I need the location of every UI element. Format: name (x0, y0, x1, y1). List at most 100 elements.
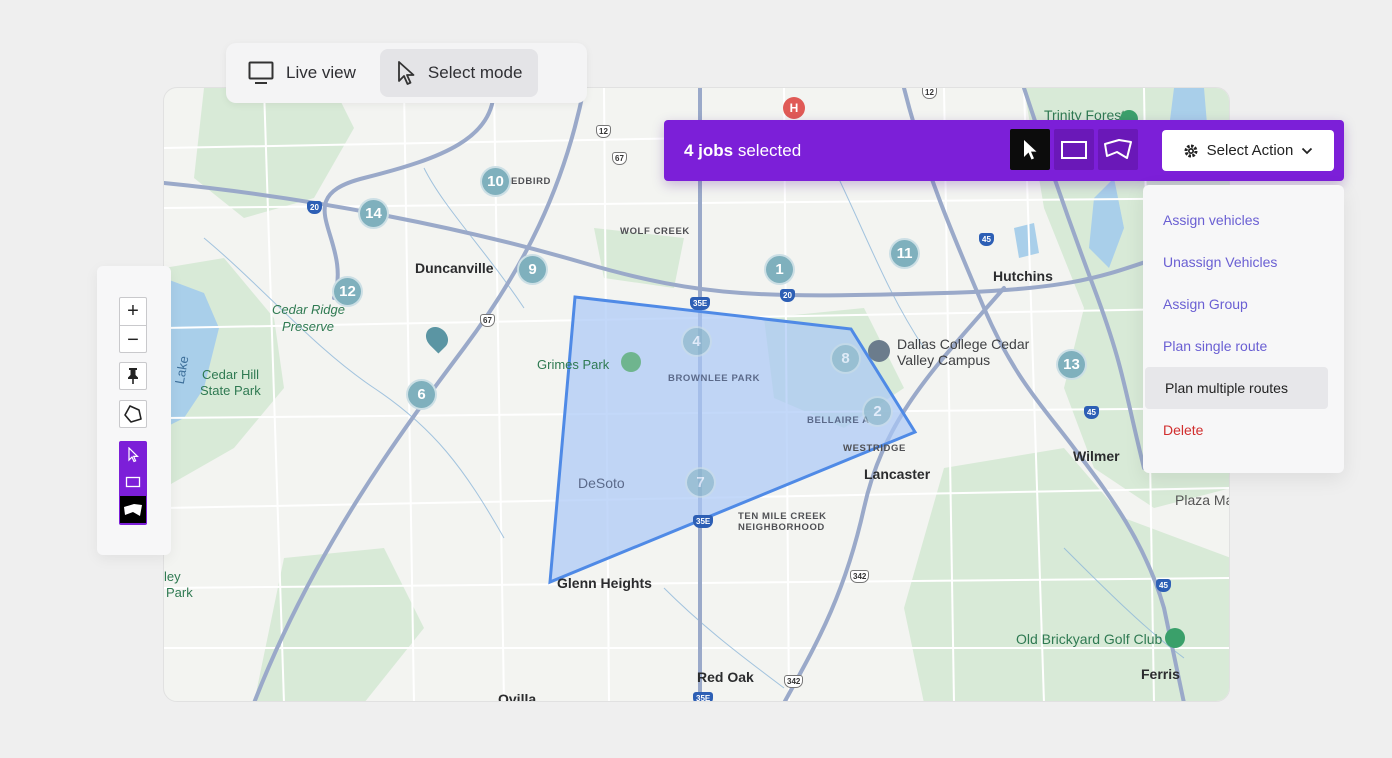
label-dallas-college-1: Dallas College Cedar (897, 336, 1030, 352)
rectangle-icon (125, 476, 141, 487)
lasso-icon (124, 503, 142, 516)
zoom-out-button[interactable]: − (120, 326, 146, 354)
label-hutchins: Hutchins (993, 268, 1053, 284)
select-action-label: Select Action (1206, 142, 1294, 159)
draw-tool-group (119, 441, 147, 525)
label-duncanville: Duncanville (415, 260, 494, 276)
pointer-icon (128, 446, 139, 462)
map-side-toolbar: + − (97, 266, 171, 555)
route-shield: 45 (979, 233, 994, 246)
label-ferris: Ferris (1141, 666, 1180, 682)
polygon-icon (124, 405, 142, 423)
zoom-control: + − (119, 297, 147, 353)
job-marker[interactable]: 10 (480, 166, 511, 197)
label-wilmer: Wilmer (1073, 448, 1120, 464)
pointer-icon (398, 61, 415, 85)
rectangle-icon (1061, 140, 1087, 159)
job-marker[interactable]: 13 (1056, 349, 1087, 380)
menu-item-assign-vehicles[interactable]: Assign vehicles (1143, 199, 1344, 241)
label-glenn-heights: Glenn Heights (557, 575, 652, 591)
label-ley: ley (164, 569, 181, 584)
select-action-button[interactable]: Select Action (1162, 130, 1334, 171)
label-ovilla: Ovilla (498, 691, 537, 702)
live-view-button[interactable]: Live view (232, 49, 372, 97)
label-ten-mile-2: NEIGHBORHOOD (738, 522, 825, 533)
label-dallas-college-2: Valley Campus (897, 352, 991, 368)
label-red-oak: Red Oak (697, 669, 754, 685)
job-marker[interactable]: 6 (406, 379, 437, 410)
select-mode-button[interactable]: Select mode (379, 49, 539, 97)
selection-tool-group (1010, 129, 1138, 170)
lasso-draw-button[interactable] (120, 496, 146, 523)
zoom-in-button[interactable]: + (120, 298, 146, 326)
route-shield: 20 (307, 201, 322, 214)
label-westridge: WESTRIDGE (843, 443, 906, 454)
pointer-icon (1024, 139, 1037, 159)
menu-item-plan-single-route[interactable]: Plan single route (1143, 325, 1344, 367)
job-marker[interactable]: 9 (517, 254, 548, 285)
job-marker-selected[interactable]: 2 (862, 396, 893, 427)
job-marker[interactable]: 14 (358, 198, 389, 229)
job-marker-selected[interactable]: 4 (681, 326, 712, 357)
selection-count: 4 jobs selected (684, 141, 801, 161)
route-shield: 35E (693, 515, 714, 528)
label-wolf-creek: WOLF CREEK (620, 226, 690, 237)
label-desoto: DeSoto (578, 475, 625, 491)
route-shield: 35E (693, 692, 714, 701)
golf-icon (1165, 628, 1185, 648)
route-shield: 35E (690, 297, 711, 310)
rectangle-draw-button[interactable] (119, 468, 147, 495)
label-redbird: EDBIRD (511, 176, 552, 187)
label-cedar-ridge-2: Preserve (282, 319, 335, 334)
menu-item-assign-group[interactable]: Assign Group (1143, 283, 1344, 325)
label-cedar-hill-2: State Park (200, 383, 261, 398)
label-plaza: Plaza Ma (1175, 492, 1230, 508)
job-marker[interactable]: 11 (889, 238, 920, 269)
job-marker[interactable]: 12 (332, 276, 363, 307)
job-marker-selected[interactable]: 7 (685, 467, 716, 498)
rectangle-tool-button[interactable] (1054, 129, 1094, 170)
label-grimes-park: Grimes Park (537, 357, 610, 372)
selection-count-number: 4 jobs (684, 140, 734, 160)
pin-icon (128, 368, 138, 384)
route-shield: 67 (612, 152, 627, 165)
route-shield: 20 (780, 289, 795, 302)
select-mode-label: Select mode (427, 63, 523, 82)
label-cedar-ridge-1: Cedar Ridge (272, 302, 345, 317)
gear-icon (1184, 144, 1198, 157)
hospital-icon: H (783, 97, 805, 119)
job-marker[interactable]: 1 (764, 254, 795, 285)
menu-item-unassign-vehicles[interactable]: Unassign Vehicles (1143, 241, 1344, 283)
school-icon (868, 340, 890, 362)
action-menu: Assign vehicles Unassign Vehicles Assign… (1143, 185, 1344, 473)
selection-count-suffix: selected (733, 140, 802, 160)
pointer-tool-button[interactable] (1010, 129, 1050, 170)
label-ten-mile-1: TEN MILE CREEK (738, 511, 827, 522)
polygon-tool-button[interactable] (119, 400, 147, 428)
route-shield: 342 (784, 675, 804, 688)
label-lancaster: Lancaster (864, 466, 931, 482)
menu-item-plan-multiple-routes[interactable]: Plan multiple routes (1145, 367, 1328, 409)
pin-tool-button[interactable] (119, 362, 147, 390)
route-shield: 12 (596, 125, 611, 138)
route-shield: 45 (1156, 579, 1171, 592)
live-view-label: Live view (286, 63, 356, 82)
label-brownlee: BROWNLEE PARK (668, 373, 761, 384)
label-golf-club: Old Brickyard Golf Club (1016, 631, 1163, 647)
label-park: Park (166, 585, 193, 600)
job-marker-selected[interactable]: 8 (830, 343, 861, 374)
mode-toggle: Live view Select mode (226, 43, 587, 103)
route-shield: 67 (480, 314, 495, 327)
label-cedar-hill-1: Cedar Hill (202, 367, 260, 382)
park-icon (621, 352, 641, 372)
monitor-icon (248, 61, 274, 84)
route-shield: 12 (922, 88, 937, 99)
menu-item-delete[interactable]: Delete (1143, 409, 1344, 451)
lasso-tool-button[interactable] (1098, 129, 1138, 170)
selection-toolbar: 4 jobs selected Select Action (664, 120, 1344, 181)
chevron-down-icon (1302, 147, 1313, 154)
pointer-draw-button[interactable] (119, 441, 147, 468)
lasso-icon (1104, 138, 1132, 159)
route-shield: 342 (850, 570, 870, 583)
label-bellaire: BELLAIRE A (807, 415, 870, 426)
